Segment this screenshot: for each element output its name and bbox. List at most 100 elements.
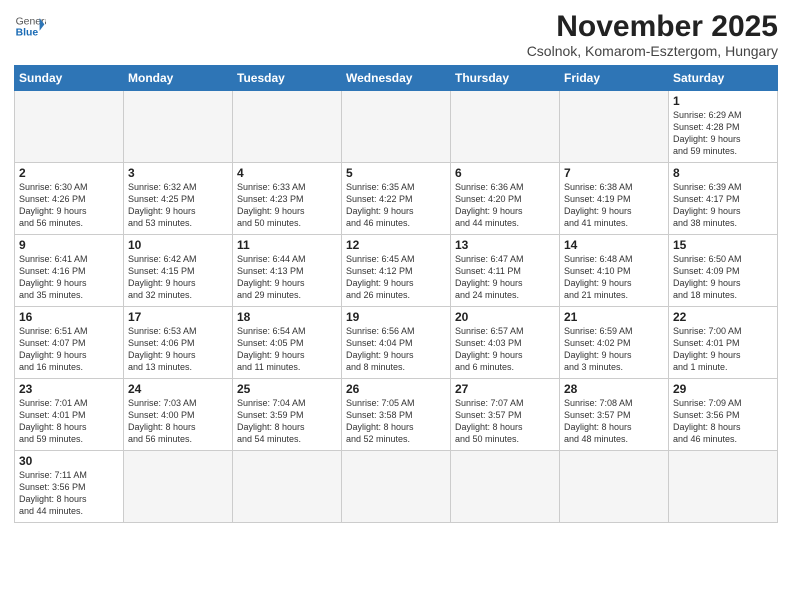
header-friday: Friday [560, 66, 669, 91]
day-number: 26 [346, 382, 446, 396]
day-info: Sunrise: 7:09 AM Sunset: 3:56 PM Dayligh… [673, 397, 773, 446]
calendar-cell [560, 451, 669, 523]
day-info: Sunrise: 6:32 AM Sunset: 4:25 PM Dayligh… [128, 181, 228, 230]
calendar-cell [342, 91, 451, 163]
day-number: 13 [455, 238, 555, 252]
day-info: Sunrise: 7:05 AM Sunset: 3:58 PM Dayligh… [346, 397, 446, 446]
calendar-cell: 27Sunrise: 7:07 AM Sunset: 3:57 PM Dayli… [451, 379, 560, 451]
day-info: Sunrise: 6:36 AM Sunset: 4:20 PM Dayligh… [455, 181, 555, 230]
week-row-5: 23Sunrise: 7:01 AM Sunset: 4:01 PM Dayli… [15, 379, 778, 451]
calendar-cell [451, 451, 560, 523]
day-number: 7 [564, 166, 664, 180]
day-number: 5 [346, 166, 446, 180]
calendar-table: Sunday Monday Tuesday Wednesday Thursday… [14, 65, 778, 523]
calendar-cell [233, 451, 342, 523]
calendar-cell: 30Sunrise: 7:11 AM Sunset: 3:56 PM Dayli… [15, 451, 124, 523]
day-number: 3 [128, 166, 228, 180]
calendar-cell: 15Sunrise: 6:50 AM Sunset: 4:09 PM Dayli… [669, 235, 778, 307]
header-monday: Monday [124, 66, 233, 91]
calendar-cell: 12Sunrise: 6:45 AM Sunset: 4:12 PM Dayli… [342, 235, 451, 307]
day-info: Sunrise: 6:48 AM Sunset: 4:10 PM Dayligh… [564, 253, 664, 302]
header-wednesday: Wednesday [342, 66, 451, 91]
day-info: Sunrise: 6:39 AM Sunset: 4:17 PM Dayligh… [673, 181, 773, 230]
day-number: 20 [455, 310, 555, 324]
calendar-cell: 13Sunrise: 6:47 AM Sunset: 4:11 PM Dayli… [451, 235, 560, 307]
day-number: 25 [237, 382, 337, 396]
week-row-3: 9Sunrise: 6:41 AM Sunset: 4:16 PM Daylig… [15, 235, 778, 307]
calendar-cell: 17Sunrise: 6:53 AM Sunset: 4:06 PM Dayli… [124, 307, 233, 379]
week-row-2: 2Sunrise: 6:30 AM Sunset: 4:26 PM Daylig… [15, 163, 778, 235]
week-row-1: 1Sunrise: 6:29 AM Sunset: 4:28 PM Daylig… [15, 91, 778, 163]
calendar-cell: 29Sunrise: 7:09 AM Sunset: 3:56 PM Dayli… [669, 379, 778, 451]
calendar-cell: 20Sunrise: 6:57 AM Sunset: 4:03 PM Dayli… [451, 307, 560, 379]
day-info: Sunrise: 6:30 AM Sunset: 4:26 PM Dayligh… [19, 181, 119, 230]
calendar-cell: 1Sunrise: 6:29 AM Sunset: 4:28 PM Daylig… [669, 91, 778, 163]
day-number: 18 [237, 310, 337, 324]
calendar-cell: 6Sunrise: 6:36 AM Sunset: 4:20 PM Daylig… [451, 163, 560, 235]
day-number: 1 [673, 94, 773, 108]
day-number: 24 [128, 382, 228, 396]
calendar-cell: 9Sunrise: 6:41 AM Sunset: 4:16 PM Daylig… [15, 235, 124, 307]
day-number: 15 [673, 238, 773, 252]
calendar-cell [342, 451, 451, 523]
day-number: 9 [19, 238, 119, 252]
day-number: 21 [564, 310, 664, 324]
calendar-cell: 8Sunrise: 6:39 AM Sunset: 4:17 PM Daylig… [669, 163, 778, 235]
day-number: 29 [673, 382, 773, 396]
day-info: Sunrise: 6:59 AM Sunset: 4:02 PM Dayligh… [564, 325, 664, 374]
day-info: Sunrise: 7:07 AM Sunset: 3:57 PM Dayligh… [455, 397, 555, 446]
header-sunday: Sunday [15, 66, 124, 91]
day-number: 11 [237, 238, 337, 252]
week-row-6: 30Sunrise: 7:11 AM Sunset: 3:56 PM Dayli… [15, 451, 778, 523]
day-info: Sunrise: 6:33 AM Sunset: 4:23 PM Dayligh… [237, 181, 337, 230]
month-title: November 2025 [527, 10, 778, 43]
day-info: Sunrise: 6:50 AM Sunset: 4:09 PM Dayligh… [673, 253, 773, 302]
day-info: Sunrise: 6:35 AM Sunset: 4:22 PM Dayligh… [346, 181, 446, 230]
day-info: Sunrise: 7:00 AM Sunset: 4:01 PM Dayligh… [673, 325, 773, 374]
calendar-cell: 21Sunrise: 6:59 AM Sunset: 4:02 PM Dayli… [560, 307, 669, 379]
day-number: 12 [346, 238, 446, 252]
calendar-cell: 5Sunrise: 6:35 AM Sunset: 4:22 PM Daylig… [342, 163, 451, 235]
svg-text:Blue: Blue [16, 28, 39, 39]
day-info: Sunrise: 6:51 AM Sunset: 4:07 PM Dayligh… [19, 325, 119, 374]
calendar-cell: 22Sunrise: 7:00 AM Sunset: 4:01 PM Dayli… [669, 307, 778, 379]
day-number: 16 [19, 310, 119, 324]
calendar-cell [669, 451, 778, 523]
week-row-4: 16Sunrise: 6:51 AM Sunset: 4:07 PM Dayli… [15, 307, 778, 379]
calendar-cell: 4Sunrise: 6:33 AM Sunset: 4:23 PM Daylig… [233, 163, 342, 235]
calendar-cell: 26Sunrise: 7:05 AM Sunset: 3:58 PM Dayli… [342, 379, 451, 451]
logo: General Blue [14, 10, 46, 42]
calendar-cell: 25Sunrise: 7:04 AM Sunset: 3:59 PM Dayli… [233, 379, 342, 451]
calendar-cell [15, 91, 124, 163]
day-info: Sunrise: 6:38 AM Sunset: 4:19 PM Dayligh… [564, 181, 664, 230]
calendar-cell: 14Sunrise: 6:48 AM Sunset: 4:10 PM Dayli… [560, 235, 669, 307]
day-info: Sunrise: 6:45 AM Sunset: 4:12 PM Dayligh… [346, 253, 446, 302]
calendar-cell: 7Sunrise: 6:38 AM Sunset: 4:19 PM Daylig… [560, 163, 669, 235]
calendar-cell: 11Sunrise: 6:44 AM Sunset: 4:13 PM Dayli… [233, 235, 342, 307]
location-subtitle: Csolnok, Komarom-Esztergom, Hungary [527, 43, 778, 59]
weekday-header-row: Sunday Monday Tuesday Wednesday Thursday… [15, 66, 778, 91]
calendar-cell: 3Sunrise: 6:32 AM Sunset: 4:25 PM Daylig… [124, 163, 233, 235]
day-info: Sunrise: 6:44 AM Sunset: 4:13 PM Dayligh… [237, 253, 337, 302]
day-info: Sunrise: 6:47 AM Sunset: 4:11 PM Dayligh… [455, 253, 555, 302]
calendar-cell: 2Sunrise: 6:30 AM Sunset: 4:26 PM Daylig… [15, 163, 124, 235]
day-number: 27 [455, 382, 555, 396]
page-header: General Blue November 2025 Csolnok, Koma… [14, 10, 778, 59]
day-info: Sunrise: 7:03 AM Sunset: 4:00 PM Dayligh… [128, 397, 228, 446]
day-info: Sunrise: 7:01 AM Sunset: 4:01 PM Dayligh… [19, 397, 119, 446]
calendar-cell: 10Sunrise: 6:42 AM Sunset: 4:15 PM Dayli… [124, 235, 233, 307]
calendar-cell: 23Sunrise: 7:01 AM Sunset: 4:01 PM Dayli… [15, 379, 124, 451]
calendar-cell: 16Sunrise: 6:51 AM Sunset: 4:07 PM Dayli… [15, 307, 124, 379]
calendar-cell: 28Sunrise: 7:08 AM Sunset: 3:57 PM Dayli… [560, 379, 669, 451]
calendar-cell: 19Sunrise: 6:56 AM Sunset: 4:04 PM Dayli… [342, 307, 451, 379]
day-number: 8 [673, 166, 773, 180]
header-saturday: Saturday [669, 66, 778, 91]
day-info: Sunrise: 7:04 AM Sunset: 3:59 PM Dayligh… [237, 397, 337, 446]
day-info: Sunrise: 6:53 AM Sunset: 4:06 PM Dayligh… [128, 325, 228, 374]
day-info: Sunrise: 6:54 AM Sunset: 4:05 PM Dayligh… [237, 325, 337, 374]
day-number: 4 [237, 166, 337, 180]
day-number: 10 [128, 238, 228, 252]
day-number: 14 [564, 238, 664, 252]
day-info: Sunrise: 6:29 AM Sunset: 4:28 PM Dayligh… [673, 109, 773, 158]
day-number: 19 [346, 310, 446, 324]
